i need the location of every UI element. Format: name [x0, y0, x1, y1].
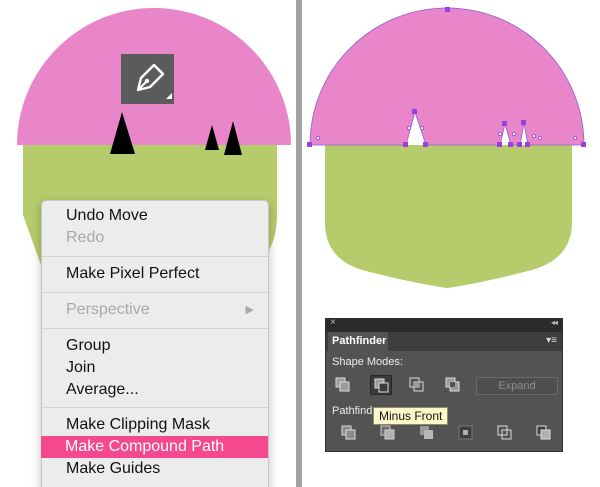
- menu-item-redo[interactable]: Redo: [42, 227, 268, 249]
- crop-button[interactable]: [455, 423, 477, 443]
- unite-button[interactable]: [332, 375, 354, 395]
- expand-button[interactable]: Expand: [476, 377, 558, 395]
- outline-icon: [497, 425, 512, 440]
- pen-tool-tile: [121, 54, 174, 104]
- merge-button[interactable]: [416, 423, 438, 443]
- close-icon[interactable]: ×: [330, 317, 336, 328]
- minus-front-button[interactable]: [370, 375, 392, 395]
- pen-tool-icon: [136, 63, 172, 99]
- context-menu: Undo Move Redo Make Pixel Perfect Perspe…: [41, 200, 269, 487]
- menu-item-make-guides[interactable]: Make Guides: [42, 458, 268, 480]
- menu-separator: [42, 407, 268, 408]
- trim-icon: [380, 425, 395, 440]
- pathfinders-label: Pathfind: [332, 405, 373, 417]
- minus-back-icon: [536, 425, 551, 440]
- panel-menu-icon[interactable]: ▾≡: [546, 335, 557, 346]
- menu-item-make-pixel-perfect[interactable]: Make Pixel Perfect: [42, 263, 268, 285]
- menu-item-undo-move[interactable]: Undo Move: [42, 205, 268, 227]
- menu-separator: [42, 256, 268, 257]
- menu-item-make-compound-path[interactable]: Make Compound Path: [41, 436, 268, 458]
- unite-icon: [335, 377, 350, 392]
- exclude-button[interactable]: [442, 375, 464, 395]
- panel-title-bar[interactable]: × ◂◂: [326, 317, 562, 332]
- stem-shape: [324, 145, 573, 288]
- submenu-arrow-icon: ▶: [245, 304, 254, 316]
- minus-front-icon: [374, 378, 389, 393]
- menu-item-perspective[interactable]: Perspective ▶: [42, 299, 268, 321]
- collapse-icon[interactable]: ◂◂: [551, 318, 558, 327]
- exclude-icon: [445, 377, 460, 392]
- crop-icon: [458, 425, 473, 440]
- right-canvas[interactable]: × ◂◂ Pathfinder ▾≡ Shape Modes: Expand P…: [302, 0, 600, 487]
- pathfinder-panel: × ◂◂ Pathfinder ▾≡ Shape Modes: Expand P…: [325, 317, 563, 452]
- outline-button[interactable]: [494, 423, 516, 443]
- menu-item-perspective-label: Perspective: [66, 301, 150, 318]
- menu-item-group[interactable]: Group: [42, 335, 268, 357]
- trim-button[interactable]: [377, 423, 399, 443]
- menu-separator: [42, 292, 268, 293]
- menu-item-average[interactable]: Average...: [42, 379, 268, 401]
- shape-modes-label: Shape Modes:: [332, 356, 403, 368]
- divide-icon: [341, 425, 356, 440]
- merge-icon: [420, 426, 433, 439]
- intersect-icon: [409, 377, 424, 392]
- left-canvas[interactable]: Undo Move Redo Make Pixel Perfect Perspe…: [0, 0, 296, 487]
- tab-pathfinder[interactable]: Pathfinder: [328, 332, 388, 351]
- intersect-button[interactable]: [406, 375, 428, 395]
- menu-item-join[interactable]: Join: [42, 357, 268, 379]
- tooltip: Minus Front: [373, 407, 449, 425]
- divide-button[interactable]: [338, 423, 360, 443]
- cap-shape: [309, 7, 585, 146]
- minus-back-button[interactable]: [533, 423, 555, 443]
- menu-separator: [42, 328, 268, 329]
- menu-item-make-clipping-mask[interactable]: Make Clipping Mask: [42, 414, 268, 436]
